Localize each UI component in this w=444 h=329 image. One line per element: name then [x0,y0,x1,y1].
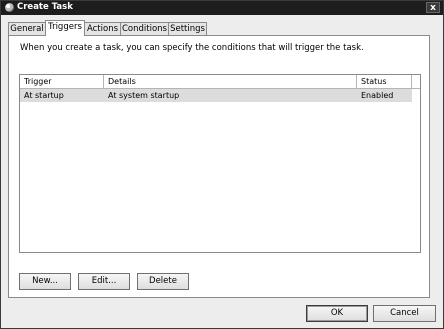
tab-conditions[interactable]: Conditions [120,22,169,35]
triggers-list-header: Trigger Details Status [20,75,420,89]
tab-settings[interactable]: Settings [168,22,207,35]
table-row[interactable]: At startup At system startup Enabled [20,89,412,102]
column-header-status[interactable]: Status [357,75,412,88]
title-bar[interactable]: Create Task x [1,1,443,15]
row-status-cell: Enabled [361,91,394,100]
new-trigger-button[interactable]: New... [19,273,71,290]
create-task-window: Create Task x General Triggers Actions C… [0,0,444,329]
row-trigger-cell: At startup [24,91,64,100]
edit-trigger-button[interactable]: Edit... [78,273,130,290]
cancel-button[interactable]: Cancel [373,305,436,322]
close-icon[interactable]: x [426,2,440,13]
triggers-list[interactable]: Trigger Details Status At startup At sys… [19,74,421,253]
triggers-description: When you create a task, you can specify … [20,43,364,53]
delete-trigger-button[interactable]: Delete [137,273,189,290]
column-header-details[interactable]: Details [104,75,357,88]
column-header-trigger[interactable]: Trigger [20,75,104,88]
task-scheduler-icon [5,3,14,12]
row-details-cell: At system startup [108,91,180,100]
dialog-client-area: General Triggers Actions Conditions Sett… [1,15,443,328]
tab-general[interactable]: General [8,22,46,35]
tab-actions[interactable]: Actions [84,22,121,35]
triggers-tab-panel: When you create a task, you can specify … [8,35,430,298]
window-title: Create Task [17,2,73,12]
ok-button[interactable]: OK [306,305,368,322]
tab-triggers[interactable]: Triggers [45,20,85,36]
